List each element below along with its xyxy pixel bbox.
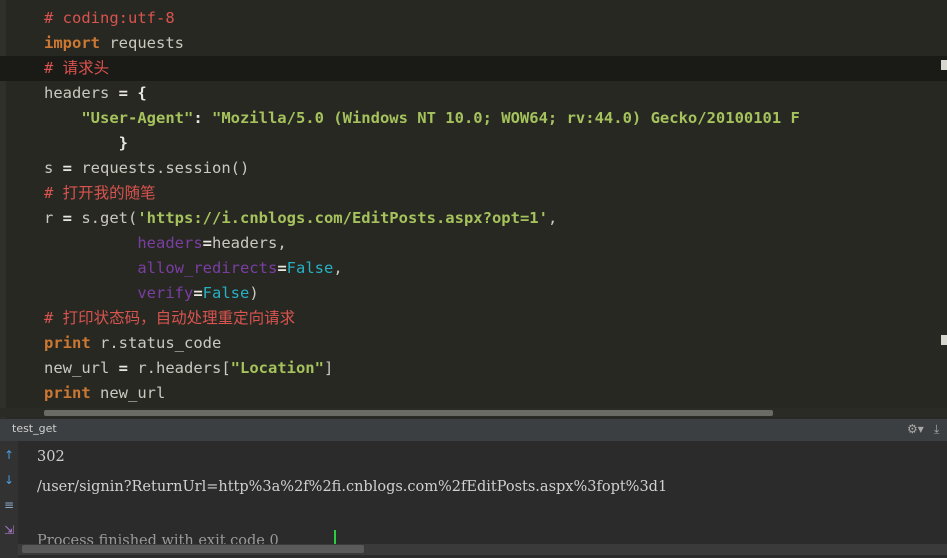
code-line[interactable]: "User-Agent": "Mozilla/5.0 (Windows NT 1… <box>0 106 947 131</box>
code-line-text: print r.status_code <box>44 331 221 356</box>
code-token: 'https://i.cnblogs.com/EditPosts.aspx?op… <box>137 209 548 227</box>
console-hscroll-thumb[interactable] <box>22 545 364 553</box>
code-line-text: # 请求头 <box>44 56 109 81</box>
code-token: requests.session() <box>81 159 250 177</box>
code-token: "User-Agent" <box>81 109 194 127</box>
console-line: /user/signin?ReturnUrl=http%3a%2f%2fi.cn… <box>37 479 668 495</box>
code-line-text: "User-Agent": "Mozilla/5.0 (Windows NT 1… <box>44 106 800 131</box>
code-line[interactable]: verify=False) <box>0 281 947 306</box>
code-line[interactable]: print r.status_code <box>0 331 947 356</box>
editor-hscroll-thumb[interactable] <box>44 410 773 416</box>
gear-icon[interactable]: ⚙▾ <box>907 422 924 436</box>
wrap-icon[interactable]: ≡ <box>2 498 16 512</box>
code-line[interactable]: s = requests.session() <box>0 156 947 181</box>
code-token: } <box>118 134 128 152</box>
code-token: = { <box>118 84 147 102</box>
code-line-text: allow_redirects=False, <box>44 256 343 281</box>
code-line[interactable]: new_url = r.headers["Location"] <box>0 356 947 381</box>
code-line-text: print new_url <box>44 381 165 406</box>
code-line[interactable]: } <box>0 131 947 156</box>
code-line[interactable]: r = s.get('https://i.cnblogs.com/EditPos… <box>0 206 947 231</box>
code-token: False <box>286 259 334 277</box>
rerun-up-icon[interactable]: ↑ <box>2 448 16 462</box>
code-token: s.get( <box>81 209 138 227</box>
code-token: # coding:utf-8 <box>44 9 175 27</box>
scroll-marker <box>941 60 947 70</box>
code-editor[interactable]: # coding:utf-8 import requests # 请求头 header… <box>0 0 947 418</box>
code-token: # 打印状态码，自动处理重定向请求 <box>44 309 296 327</box>
code-token: "Location" <box>230 359 324 377</box>
code-token: headers, <box>212 234 287 252</box>
code-token: r.status_code <box>90 334 222 352</box>
code-line[interactable]: headers = { <box>0 81 947 106</box>
console-toolbar: ↑ ↓ ≡ ⇲ <box>0 441 18 558</box>
code-line-text: new_url = r.headers["Location"] <box>44 356 333 381</box>
code-token: "Mozilla/5.0 (Windows NT 10.0; WOW64; rv… <box>211 109 800 127</box>
code-line-text: verify=False) <box>44 281 259 306</box>
run-panel-title: test_get <box>12 422 57 435</box>
code-token: False <box>202 284 250 302</box>
code-line-text: # coding:utf-8 <box>44 6 175 31</box>
run-panel-header: test_get ⚙▾ ⤓ <box>0 418 947 442</box>
code-token: allow_redirects <box>137 259 278 277</box>
code-line-text: } <box>44 131 128 156</box>
scroll-marker <box>941 335 947 345</box>
code-token: print <box>44 384 91 402</box>
console-line: 302 <box>37 449 65 465</box>
code-line-text: headers=headers, <box>44 231 287 256</box>
code-token: ] <box>323 359 334 377</box>
code-token: = <box>62 159 82 177</box>
code-token: = <box>118 359 138 377</box>
code-token: headers <box>137 234 203 252</box>
code-token: = <box>62 209 82 227</box>
code-line-text: headers = { <box>44 81 147 106</box>
code-token: import <box>44 34 100 52</box>
code-line[interactable]: allow_redirects=False, <box>0 256 947 281</box>
code-token: , <box>333 259 343 277</box>
code-token: r <box>44 209 63 227</box>
code-token: = <box>277 259 287 277</box>
code-token: , <box>547 209 558 227</box>
rerun-down-icon[interactable]: ↓ <box>2 473 16 487</box>
code-line[interactable]: # coding:utf-8 <box>0 6 947 31</box>
code-line-text: import requests <box>44 31 184 56</box>
code-token: = <box>193 284 203 302</box>
code-token: r.headers[ <box>137 359 231 377</box>
code-token: # 打开我的随笔 <box>44 184 156 202</box>
code-token: headers <box>44 84 119 102</box>
code-token: = <box>202 234 212 252</box>
code-line-text: # 打印状态码，自动处理重定向请求 <box>44 306 295 331</box>
code-line[interactable]: # 打开我的随笔 <box>0 181 947 206</box>
hide-panel-icon[interactable]: ⤓ <box>934 422 939 437</box>
code-line-text: # 打开我的随笔 <box>44 181 156 206</box>
scroll-end-icon[interactable]: ⇲ <box>2 523 16 537</box>
code-token: # 请求头 <box>44 59 110 77</box>
code-line-text: s = requests.session() <box>44 156 249 181</box>
code-line[interactable]: headers=headers, <box>0 231 947 256</box>
code-line[interactable]: import requests <box>0 31 947 56</box>
code-token: requests <box>100 34 184 52</box>
code-token: verify <box>137 284 194 302</box>
code-token: s <box>44 159 63 177</box>
code-token: ) <box>249 284 259 302</box>
code-line-text: r = s.get('https://i.cnblogs.com/EditPos… <box>44 206 557 231</box>
code-token: new_url <box>90 384 166 402</box>
code-line[interactable]: # 打印状态码，自动处理重定向请求 <box>0 306 947 331</box>
code-token: print <box>44 334 91 352</box>
code-line[interactable]: # 请求头 <box>0 56 947 81</box>
code-token: new_url <box>44 359 119 377</box>
code-line[interactable]: print new_url <box>0 381 947 406</box>
code-token: : <box>193 109 212 127</box>
